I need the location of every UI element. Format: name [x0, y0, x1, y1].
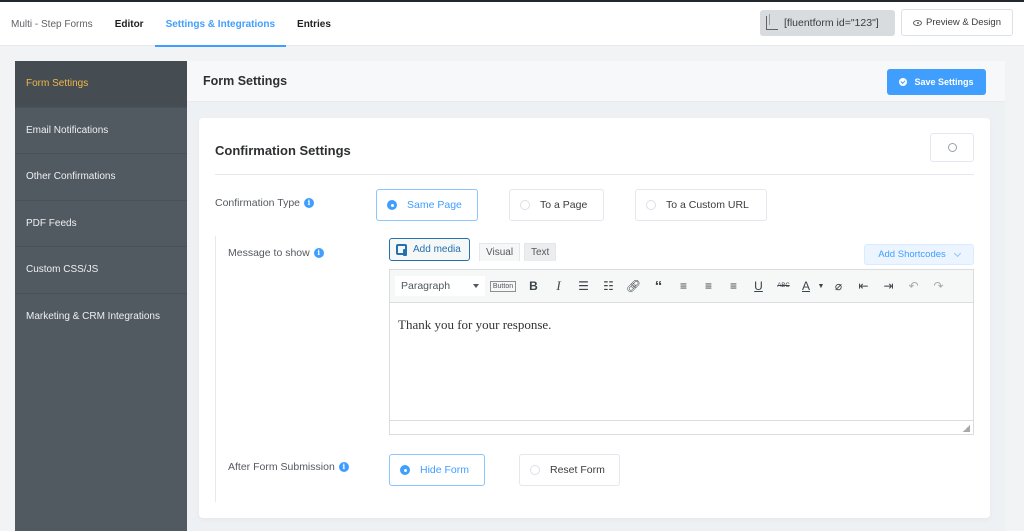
chevron-down-icon	[953, 249, 961, 257]
help-button[interactable]	[930, 133, 974, 162]
bullet-list-icon[interactable]: ☰	[571, 275, 596, 297]
nav-form-name[interactable]: Multi - Step Forms	[0, 2, 104, 46]
resize-handle-icon[interactable]	[963, 425, 970, 432]
radio-same-page[interactable]: Same Page	[376, 189, 478, 221]
radio-label: Same Page	[407, 199, 462, 211]
italic-icon[interactable]: I	[546, 275, 571, 297]
sidebar-item-pdf-feeds[interactable]: PDF Feeds	[15, 201, 187, 247]
top-bar: Multi - Step Forms Editor Settings & Int…	[0, 0, 1024, 47]
align-right-icon[interactable]: ≡	[721, 275, 746, 297]
blockquote-icon[interactable]: “	[646, 275, 671, 297]
radio-reset-form[interactable]: Reset Form	[519, 454, 620, 486]
add-media-button[interactable]: Add media	[389, 238, 470, 261]
save-settings-button[interactable]: Save Settings	[887, 69, 986, 95]
radio-label: Hide Form	[420, 464, 470, 476]
info-icon[interactable]: i	[313, 248, 324, 258]
text-color-icon[interactable]: A	[796, 275, 816, 297]
radio-to-a-page[interactable]: To a Page	[509, 189, 604, 221]
message-label: Message to show i	[228, 247, 324, 259]
check-circle-icon	[899, 78, 908, 86]
save-label: Save Settings	[914, 77, 974, 87]
sidebar-item-marketing-crm[interactable]: Marketing & CRM Integrations	[15, 294, 187, 341]
top-nav: Multi - Step Forms Editor Settings & Int…	[0, 2, 342, 47]
indent-icon[interactable]: ⇥	[876, 275, 901, 297]
radio-dot-icon	[530, 465, 540, 475]
after-submission-text: After Form Submission	[228, 461, 335, 473]
card-title: Confirmation Settings	[215, 143, 351, 158]
nav-editor[interactable]: Editor	[104, 2, 155, 46]
radio-custom-url[interactable]: To a Custom URL	[635, 189, 767, 221]
numbered-list-icon[interactable]: ☷	[596, 275, 621, 297]
editor-statusbar	[390, 420, 973, 434]
shortcode-text: [fluentform id="123"]	[784, 17, 879, 29]
confirmation-type-label: Confirmation Type i	[215, 197, 315, 209]
undo-icon[interactable]: ↶	[901, 275, 926, 297]
tab-text[interactable]: Text	[524, 243, 557, 261]
clear-formatting-icon[interactable]: ⌀	[826, 275, 851, 297]
message-label-text: Message to show	[228, 247, 310, 259]
divider	[215, 174, 974, 175]
sidebar-item-email-notifications[interactable]: Email Notifications	[15, 108, 187, 154]
caret-down-icon	[473, 284, 479, 288]
radio-dot-icon	[520, 200, 530, 210]
add-media-label: Add media	[413, 244, 461, 255]
info-icon[interactable]: i	[338, 462, 349, 472]
bold-icon[interactable]: B	[521, 275, 546, 297]
settings-sidebar: Form Settings Email Notifications Other …	[15, 61, 187, 531]
format-select[interactable]: Paragraph	[395, 276, 485, 296]
lifebuoy-icon	[947, 143, 957, 152]
add-shortcodes-dropdown[interactable]: Add Shortcodes	[864, 244, 974, 265]
copy-icon	[766, 14, 778, 30]
link-icon[interactable]: 🔗︎	[621, 275, 646, 297]
page-title: Form Settings	[203, 74, 288, 88]
preview-design-button[interactable]: Preview & Design	[901, 9, 1013, 36]
group-border	[215, 236, 216, 502]
add-shortcodes-label: Add Shortcodes	[878, 249, 946, 260]
editor-content[interactable]: Thank you for your response.	[390, 303, 973, 420]
tab-visual[interactable]: Visual	[479, 243, 521, 261]
radio-dot-icon	[646, 200, 656, 210]
sidebar-item-other-confirmations[interactable]: Other Confirmations	[15, 154, 187, 201]
radio-label: To a Custom URL	[666, 199, 749, 211]
preview-label: Preview & Design	[926, 17, 1001, 28]
format-value: Paragraph	[401, 280, 451, 292]
strikethrough-icon[interactable]: ABC	[771, 275, 796, 297]
radio-dot-icon	[400, 465, 410, 475]
rich-text-editor: Paragraph Button B I ☰ ☷ 🔗︎ “ ≡ ≡ ≡ U AB…	[389, 269, 974, 435]
sidebar-item-form-settings[interactable]: Form Settings	[15, 61, 187, 108]
radio-label: Reset Form	[550, 464, 605, 476]
after-submission-label: After Form Submission i	[228, 461, 349, 473]
shortcode-copy[interactable]: [fluentform id="123"]	[760, 10, 895, 36]
eye-icon	[913, 19, 922, 26]
nav-settings-integrations[interactable]: Settings & Integrations	[154, 2, 287, 47]
editor-toolbar: Paragraph Button B I ☰ ☷ 🔗︎ “ ≡ ≡ ≡ U AB…	[390, 270, 973, 303]
radio-label: To a Page	[540, 199, 588, 211]
radio-dot-icon	[387, 200, 397, 210]
info-icon[interactable]: i	[304, 198, 315, 208]
align-left-icon[interactable]: ≡	[671, 275, 696, 297]
main-header: Form Settings Save Settings	[187, 61, 1005, 102]
media-icon	[396, 243, 408, 256]
outdent-icon[interactable]: ⇤	[851, 275, 876, 297]
redo-icon[interactable]: ↷	[926, 275, 951, 297]
radio-hide-form[interactable]: Hide Form	[389, 454, 485, 486]
text-color-dropdown-icon[interactable]: ▼	[816, 275, 826, 297]
insert-button-button[interactable]: Button	[488, 275, 518, 297]
underline-icon[interactable]: U	[746, 275, 771, 297]
sidebar-item-custom-css-js[interactable]: Custom CSS/JS	[15, 247, 187, 294]
button-label: Button	[489, 280, 517, 292]
nav-entries[interactable]: Entries	[286, 2, 342, 46]
align-center-icon[interactable]: ≡	[696, 275, 721, 297]
confirmation-type-text: Confirmation Type	[215, 197, 301, 209]
